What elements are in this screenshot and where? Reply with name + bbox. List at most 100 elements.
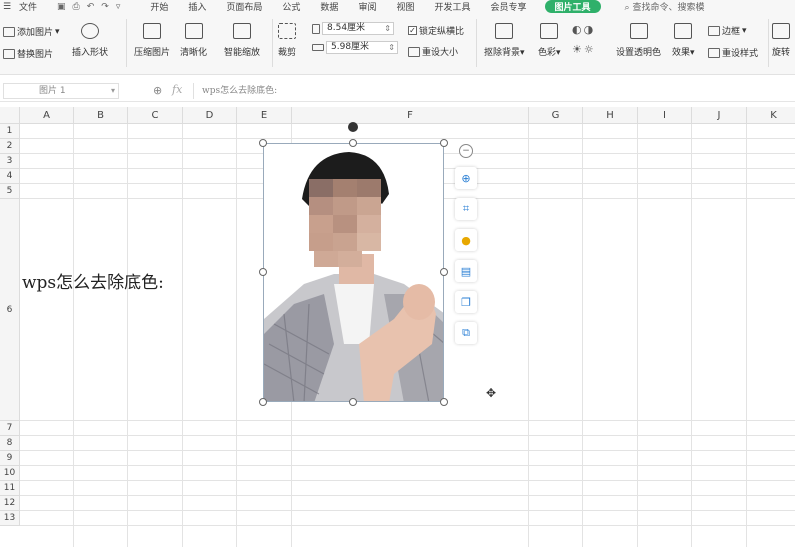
column-header-e[interactable]: E [237, 107, 292, 124]
tab-data[interactable]: 数据 [310, 0, 348, 13]
tab-member[interactable]: 会员专享 [480, 0, 536, 13]
resize-handle-bottom[interactable] [349, 398, 357, 406]
row-header-11[interactable]: 11 [0, 481, 20, 496]
row-header-3[interactable]: 3 [0, 154, 20, 169]
resize-handle-top[interactable] [349, 139, 357, 147]
undo-icon[interactable]: ↶ [87, 2, 95, 12]
height-input[interactable]: 8.54厘米 [322, 22, 394, 35]
row-gridline [20, 480, 795, 481]
tab-review[interactable]: 审阅 [348, 0, 386, 13]
contrast-down-icon[interactable]: ◑ [584, 23, 594, 36]
column-header-i[interactable]: I [638, 107, 692, 124]
zoom-icon[interactable]: ⊕ [153, 84, 162, 97]
menu-icon[interactable]: ☰ [3, 2, 13, 12]
row-header-6[interactable]: 6 [0, 199, 20, 421]
column-header-a[interactable]: A [20, 107, 74, 124]
width-input[interactable]: 5.98厘米 [326, 41, 398, 54]
crop-label: 裁剪 [278, 48, 297, 58]
column-header-c[interactable]: C [128, 107, 183, 124]
tab-developer[interactable]: 开发工具 [424, 0, 480, 13]
brightness-icons[interactable]: ☀ ☼ [572, 43, 594, 56]
contrast-icon[interactable]: ◐ [572, 23, 582, 36]
row-gridline [20, 510, 795, 511]
column-header-g[interactable]: G [529, 107, 583, 124]
rotate-button[interactable]: 旋转 [772, 23, 790, 58]
tab-home[interactable]: 开始 [140, 0, 178, 13]
select-all-corner[interactable] [0, 107, 20, 124]
row-header-2[interactable]: 2 [0, 139, 20, 154]
redo-icon[interactable]: ↷ [101, 2, 109, 12]
effects-button[interactable]: 效果▾ [672, 23, 695, 58]
rotate-handle[interactable] [348, 122, 358, 132]
picture-layout-icon[interactable]: ▤ [455, 260, 477, 282]
remove-background-button[interactable]: 抠除背景▾ [484, 23, 525, 58]
command-search-text: 查找命令、搜索模 [632, 3, 705, 13]
file-menu[interactable]: 文件 [19, 0, 37, 13]
insert-shape-button[interactable]: 插入形状 [72, 23, 108, 58]
resize-handle-bottom-right[interactable] [440, 398, 448, 406]
tab-insert[interactable]: 插入 [178, 0, 216, 13]
name-box[interactable]: 图片 1 [3, 83, 119, 99]
tab-picture-tools[interactable]: 图片工具 [544, 0, 601, 13]
border-button[interactable]: 边框 ▾ [708, 24, 747, 37]
picture-object[interactable] [263, 143, 444, 402]
row-header-4[interactable]: 4 [0, 169, 20, 184]
row-header-5[interactable]: 5 [0, 184, 20, 199]
row-header-13[interactable]: 13 [0, 511, 20, 526]
resize-handle-top-right[interactable] [440, 139, 448, 147]
add-picture-button[interactable]: 添加图片 ▾ [3, 25, 60, 38]
zoom-in-icon[interactable]: ⊕ [455, 167, 477, 189]
row-header-7[interactable]: 7 [0, 421, 20, 436]
brightness-down-icon[interactable]: ☼ [584, 43, 594, 56]
column-header-f[interactable]: F [292, 107, 529, 124]
reset-style-icon [708, 47, 720, 58]
row-header-9[interactable]: 9 [0, 451, 20, 466]
remove-background-label: 抠除背景 [484, 48, 521, 58]
resize-handle-bottom-left[interactable] [259, 398, 267, 406]
save-icon[interactable]: ▣ [57, 2, 66, 12]
tab-view[interactable]: 视图 [386, 0, 424, 13]
clarity-button[interactable]: 清晰化 [180, 23, 207, 58]
set-transparent-color-button[interactable]: 设置透明色 [616, 23, 661, 58]
column-header-j[interactable]: J [692, 107, 747, 124]
crop-button[interactable]: 裁剪 [278, 23, 296, 58]
color-button[interactable]: 色彩▾ [538, 23, 561, 58]
column-header-k[interactable]: K [747, 107, 795, 124]
reset-style-button[interactable]: 重设样式 [708, 46, 758, 59]
column-header-b[interactable]: B [74, 107, 128, 124]
check-icon: ✓ [408, 26, 417, 35]
brightness-up-icon[interactable]: ☀ [572, 43, 582, 56]
row-header-10[interactable]: 10 [0, 466, 20, 481]
fx-label[interactable]: fx [172, 83, 182, 96]
smart-zoom-button[interactable]: 智能缩放 [224, 23, 260, 58]
collapse-icon[interactable]: − [459, 144, 473, 158]
column-gridline [236, 124, 237, 547]
formula-input[interactable]: wps怎么去除底色: [193, 83, 793, 99]
row-header-1[interactable]: 1 [0, 124, 20, 139]
replace-picture-button[interactable]: 替换图片 [3, 47, 53, 60]
row-header-12[interactable]: 12 [0, 496, 20, 511]
tab-page-layout[interactable]: 页面布局 [216, 0, 272, 13]
print-icon[interactable]: ⎙ [73, 2, 80, 12]
column-header-d[interactable]: D [183, 107, 237, 124]
brightness-contrast-icons[interactable]: ◐ ◑ [572, 23, 593, 36]
command-search[interactable]: ⌕ 查找命令、搜索模 [625, 0, 705, 13]
column-header-h[interactable]: H [583, 107, 638, 124]
compress-picture-button[interactable]: 压缩图片 [134, 23, 170, 58]
resize-handle-top-left[interactable] [259, 139, 267, 147]
lock-ratio-checkbox[interactable]: ✓ 锁定纵横比 [408, 24, 464, 37]
idea-icon[interactable]: ● [455, 229, 477, 251]
copy-picture-icon[interactable]: ❐ [455, 291, 477, 313]
crop-tool-icon[interactable]: ⌗ [455, 198, 477, 220]
remove-background-icon [495, 23, 514, 39]
resize-handle-right[interactable] [440, 268, 448, 276]
reset-size-button[interactable]: 重设大小 [408, 45, 458, 58]
portrait-photo [264, 152, 443, 401]
row-header-8[interactable]: 8 [0, 436, 20, 451]
customize-icon[interactable]: ▿ [116, 2, 121, 12]
tab-formulas[interactable]: 公式 [272, 0, 310, 13]
export-picture-icon[interactable]: ⧉ [455, 322, 477, 344]
row-gridline [20, 450, 795, 451]
column-gridline [127, 124, 128, 547]
resize-handle-left[interactable] [259, 268, 267, 276]
